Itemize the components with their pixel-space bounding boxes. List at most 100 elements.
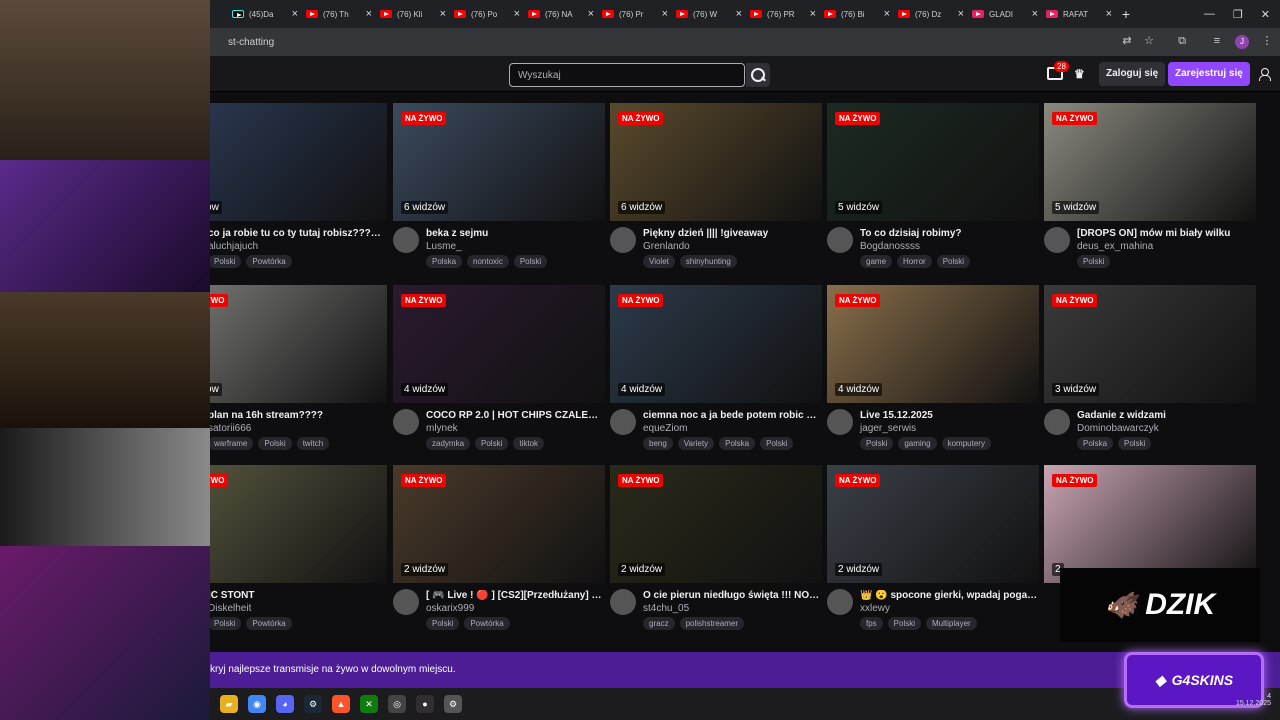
maximize-window-button[interactable]: ❐ xyxy=(1233,8,1243,21)
stream-card[interactable]: NA ŻYWO 2 widzów 👑 😮 spocone gierki, wpada… xyxy=(827,465,1039,643)
stream-tag[interactable]: Polski xyxy=(513,255,548,268)
browser-tab[interactable]: (76) NA × xyxy=(524,0,598,28)
browser-tab[interactable]: GLADI × xyxy=(968,0,1042,28)
channel-avatar[interactable] xyxy=(1044,227,1070,253)
stream-thumbnail[interactable]: NA ŻYWO 2 xyxy=(1044,465,1256,583)
stream-tag[interactable]: gracz xyxy=(643,617,675,630)
stream-title[interactable]: co ja robie tu co ty tutaj robisz?????? xyxy=(208,228,386,239)
stream-tag[interactable]: Polski xyxy=(426,617,460,630)
stream-tag[interactable]: game xyxy=(860,255,893,268)
tab-close-icon[interactable]: × xyxy=(736,8,742,20)
folder-icon[interactable]: ▰ xyxy=(220,695,238,713)
stream-tag[interactable]: shinyhunting xyxy=(679,255,737,268)
discord-icon[interactable]: ◕ xyxy=(276,695,294,713)
obs-icon[interactable]: ● xyxy=(416,695,434,713)
stream-thumbnail[interactable]: NA ŻYWO 4 widzów xyxy=(393,285,605,403)
tab-close-icon[interactable]: × xyxy=(588,8,594,20)
channel-name[interactable]: Lusme_ xyxy=(426,241,462,252)
tab-close-icon[interactable]: × xyxy=(1106,8,1112,20)
stream-title[interactable]: beka z sejmu xyxy=(426,228,604,239)
stream-tag[interactable]: Polski xyxy=(860,437,894,450)
channel-name[interactable]: xxlewy xyxy=(860,603,890,614)
tab-close-icon[interactable]: × xyxy=(958,8,964,20)
stream-thumbnail[interactable]: NA ŻYWO 2 widzów xyxy=(827,465,1039,583)
stream-title[interactable]: O cie pierun niedługo święta !!! NOW... xyxy=(643,590,821,601)
channel-avatar[interactable] xyxy=(827,227,853,253)
channel-avatar[interactable] xyxy=(1044,409,1070,435)
close-window-button[interactable]: ✕ xyxy=(1261,8,1270,21)
browser-tab[interactable]: (45)Da × xyxy=(228,0,302,28)
stream-tag[interactable]: Polski xyxy=(1118,437,1152,450)
user-icon[interactable] xyxy=(1258,68,1271,81)
stream-tag[interactable]: Polski xyxy=(475,437,509,450)
stream-thumbnail[interactable]: NA ŻYWO 3 widzów xyxy=(1044,285,1256,403)
stream-tag[interactable]: Horror xyxy=(897,255,932,268)
channel-name[interactable]: Grenlando xyxy=(643,241,690,252)
browser-tab[interactable]: (76) Bi × xyxy=(820,0,894,28)
menu-icon[interactable]: ⋮ xyxy=(1260,34,1274,48)
search-input[interactable]: Wyszukaj xyxy=(509,63,745,87)
stream-title[interactable]: Piękny dzień |||| !giveaway xyxy=(643,228,821,239)
url-text[interactable]: st-chatting xyxy=(228,37,274,48)
settings-icon[interactable]: ⚙ xyxy=(444,695,462,713)
browser-tab[interactable]: (76) Kli × xyxy=(376,0,450,28)
stream-card[interactable]: NA ŻYWO 4 widzów COCO RP 2.0 | HOT CHIPS C… xyxy=(393,285,605,463)
chrome-icon[interactable]: ◉ xyxy=(248,695,266,713)
browser-tab[interactable]: RAFAT × xyxy=(1042,0,1116,28)
stream-card[interactable]: NA ŻYWO 2 widzów O cie pierun niedługo świ… xyxy=(610,465,822,643)
prime-crown-icon[interactable]: ♛ xyxy=(1074,67,1085,81)
stream-card[interactable]: NA ŻYWO 6 widzów Piękny dzień |||| !giveaw… xyxy=(610,103,822,281)
stream-tag[interactable]: Polski xyxy=(936,255,971,268)
stream-tag[interactable]: Powtórka xyxy=(246,617,292,630)
stream-tag[interactable]: Variety xyxy=(677,437,715,450)
stream-title[interactable]: COCO RP 2.0 | HOT CHIPS CZALENDŻ... xyxy=(426,410,604,421)
stream-tag[interactable]: Violet xyxy=(643,255,675,268)
browser-tab[interactable]: (76) PR × xyxy=(746,0,820,28)
stream-tag[interactable]: polishstreamer xyxy=(679,617,745,630)
stream-card[interactable]: NA ŻYWO 5 widzów [DROPS ON] mów mi biały w… xyxy=(1044,103,1256,281)
stream-tag[interactable]: Polski xyxy=(258,437,292,450)
stream-title[interactable]: [ 🎮 Live ! 🔴 ] [CS2][Przedłużany] [1 ... xyxy=(426,590,604,601)
browser-tab[interactable]: (76) Th × xyxy=(302,0,376,28)
channel-avatar[interactable] xyxy=(393,227,419,253)
channel-name[interactable]: Diskelheit xyxy=(208,603,251,614)
stream-tag[interactable]: Polski xyxy=(887,617,922,630)
login-button[interactable]: Zaloguj się xyxy=(1099,62,1166,86)
signup-button[interactable]: Zarejestruj się xyxy=(1168,62,1250,86)
stream-tag[interactable]: Polski xyxy=(208,617,242,630)
profile-avatar[interactable]: J xyxy=(1235,35,1249,49)
channel-name[interactable]: jager_serwis xyxy=(860,423,916,434)
xbox-icon[interactable]: ✕ xyxy=(360,695,378,713)
stream-title[interactable]: plan na 16h stream???? xyxy=(208,410,386,421)
stream-thumbnail[interactable]: NA ŻYWO 5 widzów xyxy=(827,103,1039,221)
stream-thumbnail[interactable]: NA ŻYWO 5 widzów xyxy=(1044,103,1256,221)
stream-card[interactable]: NA ŻYWO 3 widzów Gadanie z widzami Dominoba… xyxy=(1044,285,1256,463)
stream-card[interactable]: NA ŻYWO 4 widzów Live 15.12.2025 jager_serw… xyxy=(827,285,1039,463)
stream-card[interactable]: NA ŻYWO 4 widzów ciemna noc a ja bede pote… xyxy=(610,285,822,463)
tab-close-icon[interactable]: × xyxy=(810,8,816,20)
extensions-icon[interactable]: ⧉ xyxy=(1175,34,1189,48)
browser-tab[interactable]: (76) Pr × xyxy=(598,0,672,28)
stream-card[interactable]: NA ŻYWO 5 widzów To co dzisiaj robimy? Bogd… xyxy=(827,103,1039,281)
app-icon[interactable]: ◎ xyxy=(388,695,406,713)
browser-tab[interactable]: (76) Dz × xyxy=(894,0,968,28)
channel-name[interactable]: satorii666 xyxy=(208,423,251,434)
channel-name[interactable]: aluchjajuch xyxy=(208,241,258,252)
channel-avatar[interactable] xyxy=(610,227,636,253)
stream-thumbnail[interactable]: NA ŻYWO 2 widzów xyxy=(610,465,822,583)
stream-title[interactable]: Gadanie z widzami xyxy=(1077,410,1255,421)
stream-tag[interactable]: zadymka xyxy=(426,437,471,450)
channel-name[interactable]: Dominobawarczyk xyxy=(1077,423,1159,434)
stream-thumbnail[interactable]: NA ŻYWO 4 widzów xyxy=(610,285,822,403)
tab-close-icon[interactable]: × xyxy=(1032,8,1038,20)
stream-thumbnail[interactable]: NA ŻYWO 6 widzów xyxy=(610,103,822,221)
stream-tag[interactable]: tiktok xyxy=(513,437,545,450)
stream-title[interactable]: To co dzisiaj robimy? xyxy=(860,228,1038,239)
stream-tag[interactable]: Powtórka xyxy=(246,255,292,268)
stream-title[interactable]: [DROPS ON] mów mi biały wilku xyxy=(1077,228,1255,239)
stream-thumbnail[interactable]: NA ŻYWO 2 widzów xyxy=(393,465,605,583)
translate-icon[interactable]: ⇄ xyxy=(1120,34,1134,48)
stream-tag[interactable]: fps xyxy=(860,617,883,630)
stream-tag[interactable]: Powtórka xyxy=(464,617,510,630)
new-tab-button[interactable]: + xyxy=(1116,6,1136,22)
